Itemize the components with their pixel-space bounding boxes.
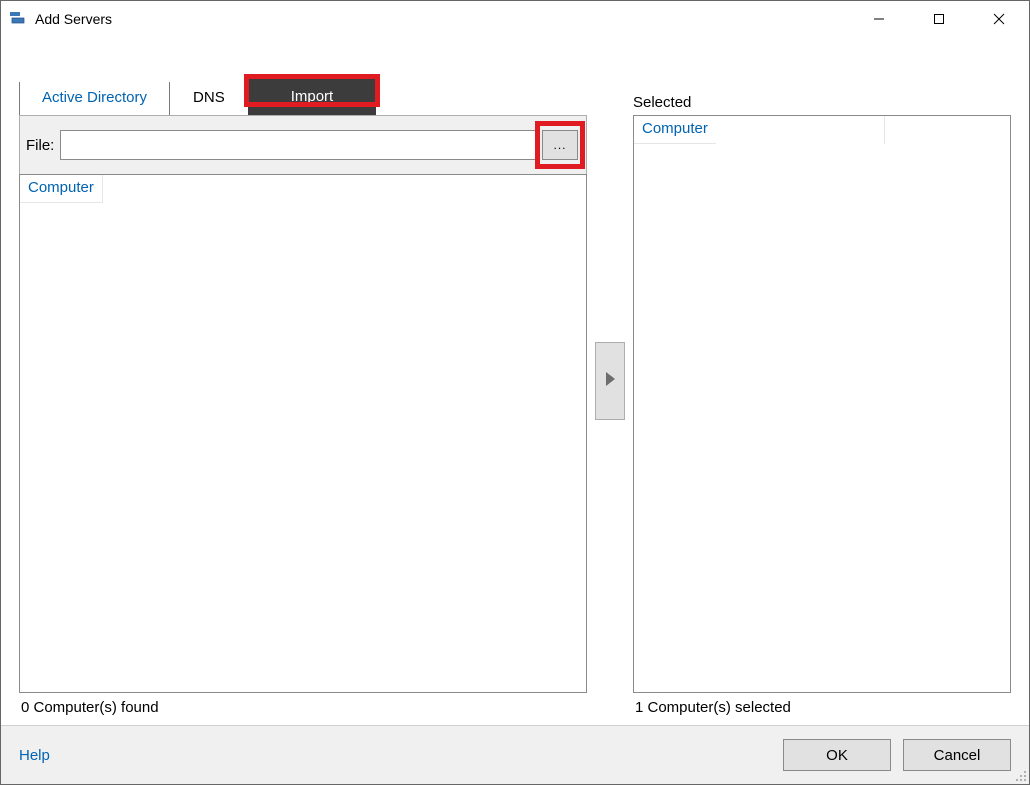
help-link[interactable]: Help	[19, 747, 50, 764]
found-computers-list[interactable]: Computer	[19, 174, 587, 693]
main-row: Active Directory DNS Import	[1, 37, 1029, 725]
right-header-space: Selected	[633, 37, 1011, 115]
tab-active-directory[interactable]: Active Directory	[19, 82, 170, 115]
tabs: Active Directory DNS Import	[19, 82, 376, 115]
file-label: File:	[26, 137, 54, 154]
column-header-computer[interactable]: Computer	[634, 116, 716, 144]
help-link-label: Help	[19, 747, 50, 764]
resize-grip[interactable]	[1013, 768, 1027, 782]
cancel-button[interactable]: Cancel	[903, 739, 1011, 771]
ok-button[interactable]: OK	[783, 739, 891, 771]
titlebar: Add Servers	[1, 1, 1029, 37]
maximize-button[interactable]	[909, 1, 969, 37]
tabs-strip: Active Directory DNS Import	[19, 37, 587, 115]
file-panel: File: ...	[19, 115, 587, 174]
column-header-computer[interactable]: Computer	[20, 175, 103, 203]
right-column: Selected Computer 1 Computer(s) selected	[633, 37, 1011, 725]
browse-button[interactable]: ...	[542, 130, 578, 160]
selected-computers-list[interactable]: Computer	[633, 115, 1011, 693]
tab-import[interactable]: Import	[248, 78, 377, 115]
button-label: OK	[826, 747, 848, 764]
content-area: Active Directory DNS Import	[1, 37, 1029, 784]
add-to-selected-button[interactable]	[595, 342, 625, 420]
column-header-label: Computer	[642, 120, 708, 137]
column-separator	[884, 116, 885, 144]
dialog-footer: Help OK Cancel	[1, 725, 1029, 784]
minimize-button[interactable]	[849, 1, 909, 37]
file-path-input[interactable]	[60, 130, 536, 160]
column-header-label: Computer	[28, 179, 94, 196]
button-label: Cancel	[934, 747, 981, 764]
selected-title: Selected	[633, 94, 691, 111]
browse-button-label: ...	[553, 138, 566, 152]
middle-column	[587, 37, 633, 725]
close-button[interactable]	[969, 1, 1029, 37]
chevron-right-icon	[603, 371, 617, 392]
tab-label: Import	[291, 88, 334, 105]
window-controls	[849, 1, 1029, 37]
selected-status: 1 Computer(s) selected	[633, 697, 1011, 725]
server-manager-icon	[9, 10, 27, 28]
left-column: Active Directory DNS Import	[19, 37, 587, 725]
add-servers-window: Add Servers Active Directory	[0, 0, 1030, 785]
tab-label: DNS	[193, 89, 225, 106]
tab-dns[interactable]: DNS	[170, 82, 248, 115]
tab-label: Active Directory	[42, 89, 147, 106]
tab-import-highlight: Import	[248, 82, 377, 115]
window-title: Add Servers	[35, 11, 112, 27]
found-status: 0 Computer(s) found	[19, 697, 587, 725]
